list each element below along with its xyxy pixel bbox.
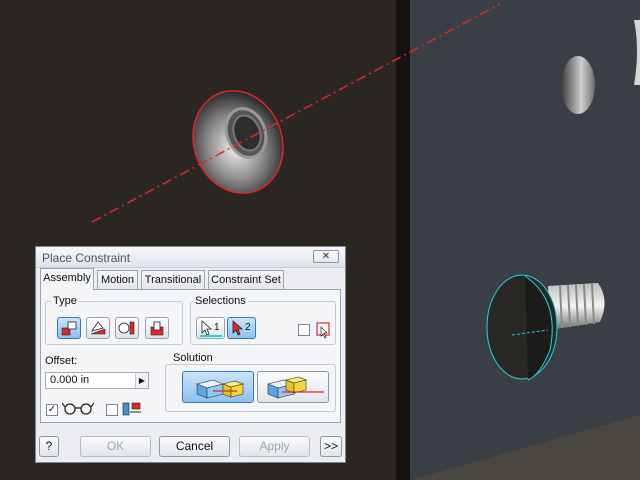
more-button[interactable]: >> (320, 436, 342, 457)
selection-2-label: 2 (245, 322, 251, 333)
offset-input[interactable]: 0.000 in ▶ (45, 372, 149, 389)
tangent-icon (118, 321, 135, 335)
predict-offset-icon (122, 402, 141, 416)
apply-button[interactable]: Apply (239, 436, 310, 457)
tangent-button[interactable] (115, 317, 139, 339)
pick-part-first-icon (316, 322, 330, 339)
angle-icon (90, 321, 106, 335)
offset-value: 0.000 in (50, 374, 90, 386)
right-plate[interactable] (410, 0, 640, 480)
tab-transitional[interactable]: Transitional (141, 270, 205, 289)
mate-solution-icon (196, 379, 245, 399)
selections-label: Selections (193, 295, 248, 307)
select-arrow-icon (200, 320, 222, 337)
solution-mate-button[interactable] (182, 371, 254, 403)
first-part-checkbox[interactable] (298, 324, 310, 336)
insert-icon (150, 321, 164, 336)
predict-offset-checkbox[interactable] (106, 404, 118, 416)
help-button[interactable]: ? (39, 436, 59, 457)
selection-2-button[interactable]: 2 (227, 317, 256, 339)
glasses-icon (62, 402, 94, 415)
tab-assembly[interactable]: Assembly (40, 268, 94, 290)
select-arrow-icon (232, 320, 244, 336)
tab-constraint-set[interactable]: Constraint Set (208, 270, 284, 289)
close-button[interactable]: ✕ (313, 250, 339, 263)
mate-button[interactable] (57, 317, 81, 339)
title-bar[interactable]: Place Constraint ✕ (36, 247, 345, 268)
angle-button[interactable] (86, 317, 110, 339)
cancel-button[interactable]: Cancel (159, 436, 230, 457)
tab-motion[interactable]: Motion (97, 270, 138, 289)
mate-icon (61, 321, 77, 336)
flush-solution-icon (267, 376, 324, 399)
solution-flush-button[interactable] (257, 371, 329, 403)
place-constraint-dialog: Place Constraint ✕ Assembly Motion Trans… (35, 246, 346, 463)
selection-1-label: 1 (214, 322, 220, 333)
offset-label: Offset: (45, 355, 78, 367)
offset-arrow-icon[interactable]: ▶ (135, 373, 148, 388)
show-preview-checkbox[interactable]: ✓ (46, 404, 58, 416)
selection-1-button[interactable]: 1 (196, 317, 225, 339)
ok-button[interactable]: OK (80, 436, 151, 457)
type-label: Type (51, 295, 79, 307)
solution-label: Solution (171, 352, 215, 364)
hole-face[interactable] (561, 56, 595, 114)
insert-button[interactable] (145, 317, 169, 339)
dialog-title: Place Constraint (42, 251, 131, 265)
